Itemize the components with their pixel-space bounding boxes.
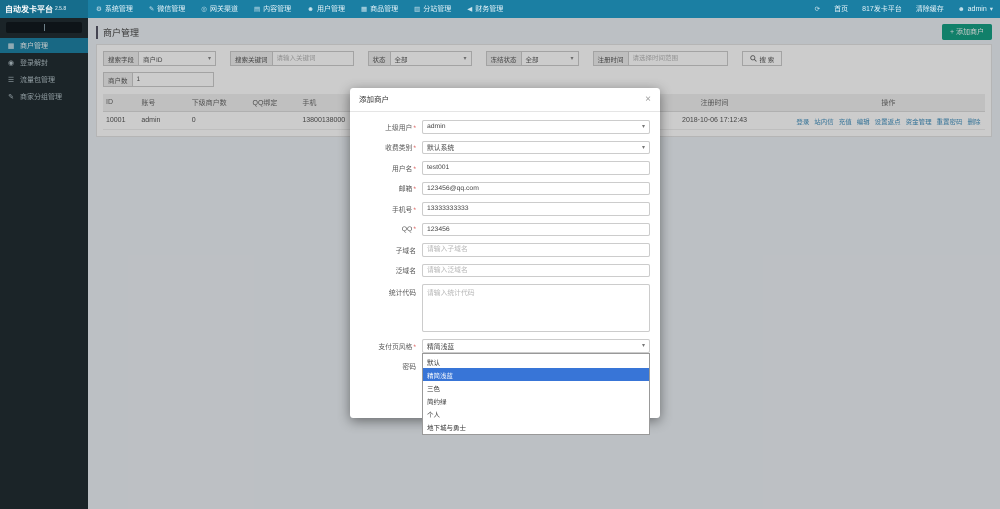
- user-menu[interactable]: ☻ admin ▾: [951, 0, 1000, 18]
- refresh-icon: ⟳: [815, 5, 820, 13]
- modal-title: 添加商户: [359, 94, 389, 105]
- chart-icon: ▥: [414, 5, 420, 13]
- wechat-icon: ✎: [149, 5, 154, 13]
- nav-item-label: 内容管理: [263, 4, 291, 14]
- nav-item-label: 网关渠道: [210, 4, 238, 14]
- dropdown-option-default[interactable]: 默认: [423, 355, 649, 368]
- brand-title: 自动发卡平台: [5, 4, 53, 15]
- brand-version: 2.5.8: [55, 6, 66, 12]
- dropdown-option-tricolor[interactable]: 三色: [423, 381, 649, 394]
- field-stat-code: 统计代码: [360, 284, 650, 332]
- close-icon[interactable]: ×: [645, 95, 651, 105]
- email-input[interactable]: [422, 182, 650, 196]
- modal-header: 添加商户 ×: [350, 88, 660, 112]
- nav-clear-cache-label: 清除缓存: [916, 4, 944, 14]
- field-parent-user: 上级用户* admin: [360, 120, 650, 134]
- pay-style-wrap: 精简浅蓝 默认 精简浅蓝 三色 简约绿 个人 地下城与勇士: [422, 339, 650, 353]
- nav-item-substation[interactable]: ▥ 分站管理: [406, 0, 459, 18]
- nav-clear-cache[interactable]: 清除缓存: [909, 0, 951, 18]
- field-label: QQ*: [360, 226, 422, 233]
- field-label: 邮箱*: [360, 183, 422, 193]
- phone-input[interactable]: [422, 202, 650, 216]
- add-merchant-modal: 添加商户 × 上级用户* admin 收费类别* 默认系统 用户名* 邮箱* 手…: [350, 88, 660, 418]
- field-label: 统计代码: [360, 284, 422, 297]
- field-label: 密码: [360, 361, 422, 371]
- nav-item-finance[interactable]: ◀ 财务管理: [459, 0, 511, 18]
- field-label: 泛域名: [360, 265, 422, 275]
- parent-user-select[interactable]: admin: [422, 120, 650, 134]
- field-qq: QQ*: [360, 223, 650, 237]
- dropdown-option-dnf[interactable]: 地下城与勇士: [423, 420, 649, 433]
- qq-input[interactable]: [422, 223, 650, 237]
- field-label: 支付页风格*: [360, 341, 422, 351]
- nav-item-label: 系统管理: [105, 4, 133, 14]
- fee-category-select[interactable]: 默认系统: [422, 141, 650, 155]
- field-username: 用户名*: [360, 161, 650, 175]
- nav-item-users[interactable]: ☻ 用户管理: [299, 0, 353, 18]
- users-icon: ☻: [307, 6, 314, 13]
- file-icon: ▤: [254, 5, 260, 13]
- field-phone: 手机号*: [360, 202, 650, 216]
- nav-item-goods[interactable]: ▦ 商品管理: [353, 0, 406, 18]
- pay-style-dropdown: 默认 精简浅蓝 三色 简约绿 个人 地下城与勇士: [422, 353, 650, 435]
- top-navbar: 自动发卡平台 2.5.8 ⚙ 系统管理 ✎ 微信管理 ◎ 网关渠道 ▤ 内容管理…: [0, 0, 1000, 18]
- modal-body: 上级用户* admin 收费类别* 默认系统 用户名* 邮箱* 手机号* QQ*: [350, 112, 660, 382]
- nav-item-gateway[interactable]: ◎ 网关渠道: [193, 0, 246, 18]
- field-label: 收费类别*: [360, 142, 422, 152]
- chevron-down-icon: ▾: [990, 5, 993, 13]
- nav-item-label: 分站管理: [423, 4, 451, 14]
- field-label: 用户名*: [360, 163, 422, 173]
- finance-icon: ◀: [467, 5, 472, 13]
- nav-item-label: 财务管理: [475, 4, 503, 14]
- subdomain-input[interactable]: [422, 243, 650, 257]
- field-label: 上级用户*: [360, 122, 422, 132]
- stat-code-textarea[interactable]: [422, 284, 650, 332]
- pay-style-value: 精简浅蓝: [427, 341, 454, 351]
- field-pay-style: 支付页风格* 精简浅蓝 默认 精简浅蓝 三色 简约绿 个人 地下城与勇士: [360, 339, 650, 353]
- field-email: 邮箱*: [360, 182, 650, 196]
- nav-item-label: 微信管理: [157, 4, 185, 14]
- dropdown-option-green[interactable]: 简约绿: [423, 394, 649, 407]
- nav-platform-link[interactable]: 817发卡平台: [855, 0, 909, 18]
- fee-category-value: 默认系统: [427, 142, 454, 152]
- field-wildcard-domain: 泛域名: [360, 264, 650, 278]
- username-input[interactable]: [422, 161, 650, 175]
- field-label: 手机号*: [360, 204, 422, 214]
- globe-icon: ◎: [201, 5, 207, 13]
- username-label: admin: [968, 6, 987, 13]
- nav-item-label: 商品管理: [370, 4, 398, 14]
- cart-icon: ▦: [361, 5, 367, 13]
- nav-home-link[interactable]: 首页: [827, 0, 855, 18]
- nav-item-label: 用户管理: [317, 4, 345, 14]
- wildcard-domain-input[interactable]: [422, 264, 650, 278]
- parent-user-value: admin: [427, 123, 446, 130]
- field-subdomain: 子域名: [360, 243, 650, 257]
- pay-style-select[interactable]: 精简浅蓝: [422, 339, 650, 353]
- nav-home-label: 首页: [834, 4, 848, 14]
- user-icon: ☻: [958, 6, 965, 13]
- nav-menu: ⚙ 系统管理 ✎ 微信管理 ◎ 网关渠道 ▤ 内容管理 ☻ 用户管理 ▦ 商品管…: [88, 0, 511, 18]
- nav-item-system[interactable]: ⚙ 系统管理: [88, 0, 141, 18]
- field-fee-category: 收费类别* 默认系统: [360, 141, 650, 155]
- gear-icon: ⚙: [96, 5, 102, 13]
- dropdown-option-lightblue[interactable]: 精简浅蓝: [423, 368, 649, 381]
- brand-logo[interactable]: 自动发卡平台 2.5.8: [0, 0, 88, 18]
- field-label: 子域名: [360, 245, 422, 255]
- nav-platform-label: 817发卡平台: [862, 4, 902, 14]
- nav-item-wechat[interactable]: ✎ 微信管理: [141, 0, 193, 18]
- navbar-right: ⟳ 首页 817发卡平台 清除缓存 ☻ admin ▾: [808, 0, 1000, 18]
- dropdown-option-personal[interactable]: 个人: [423, 407, 649, 420]
- refresh-button[interactable]: ⟳: [808, 0, 827, 18]
- nav-item-content[interactable]: ▤ 内容管理: [246, 0, 299, 18]
